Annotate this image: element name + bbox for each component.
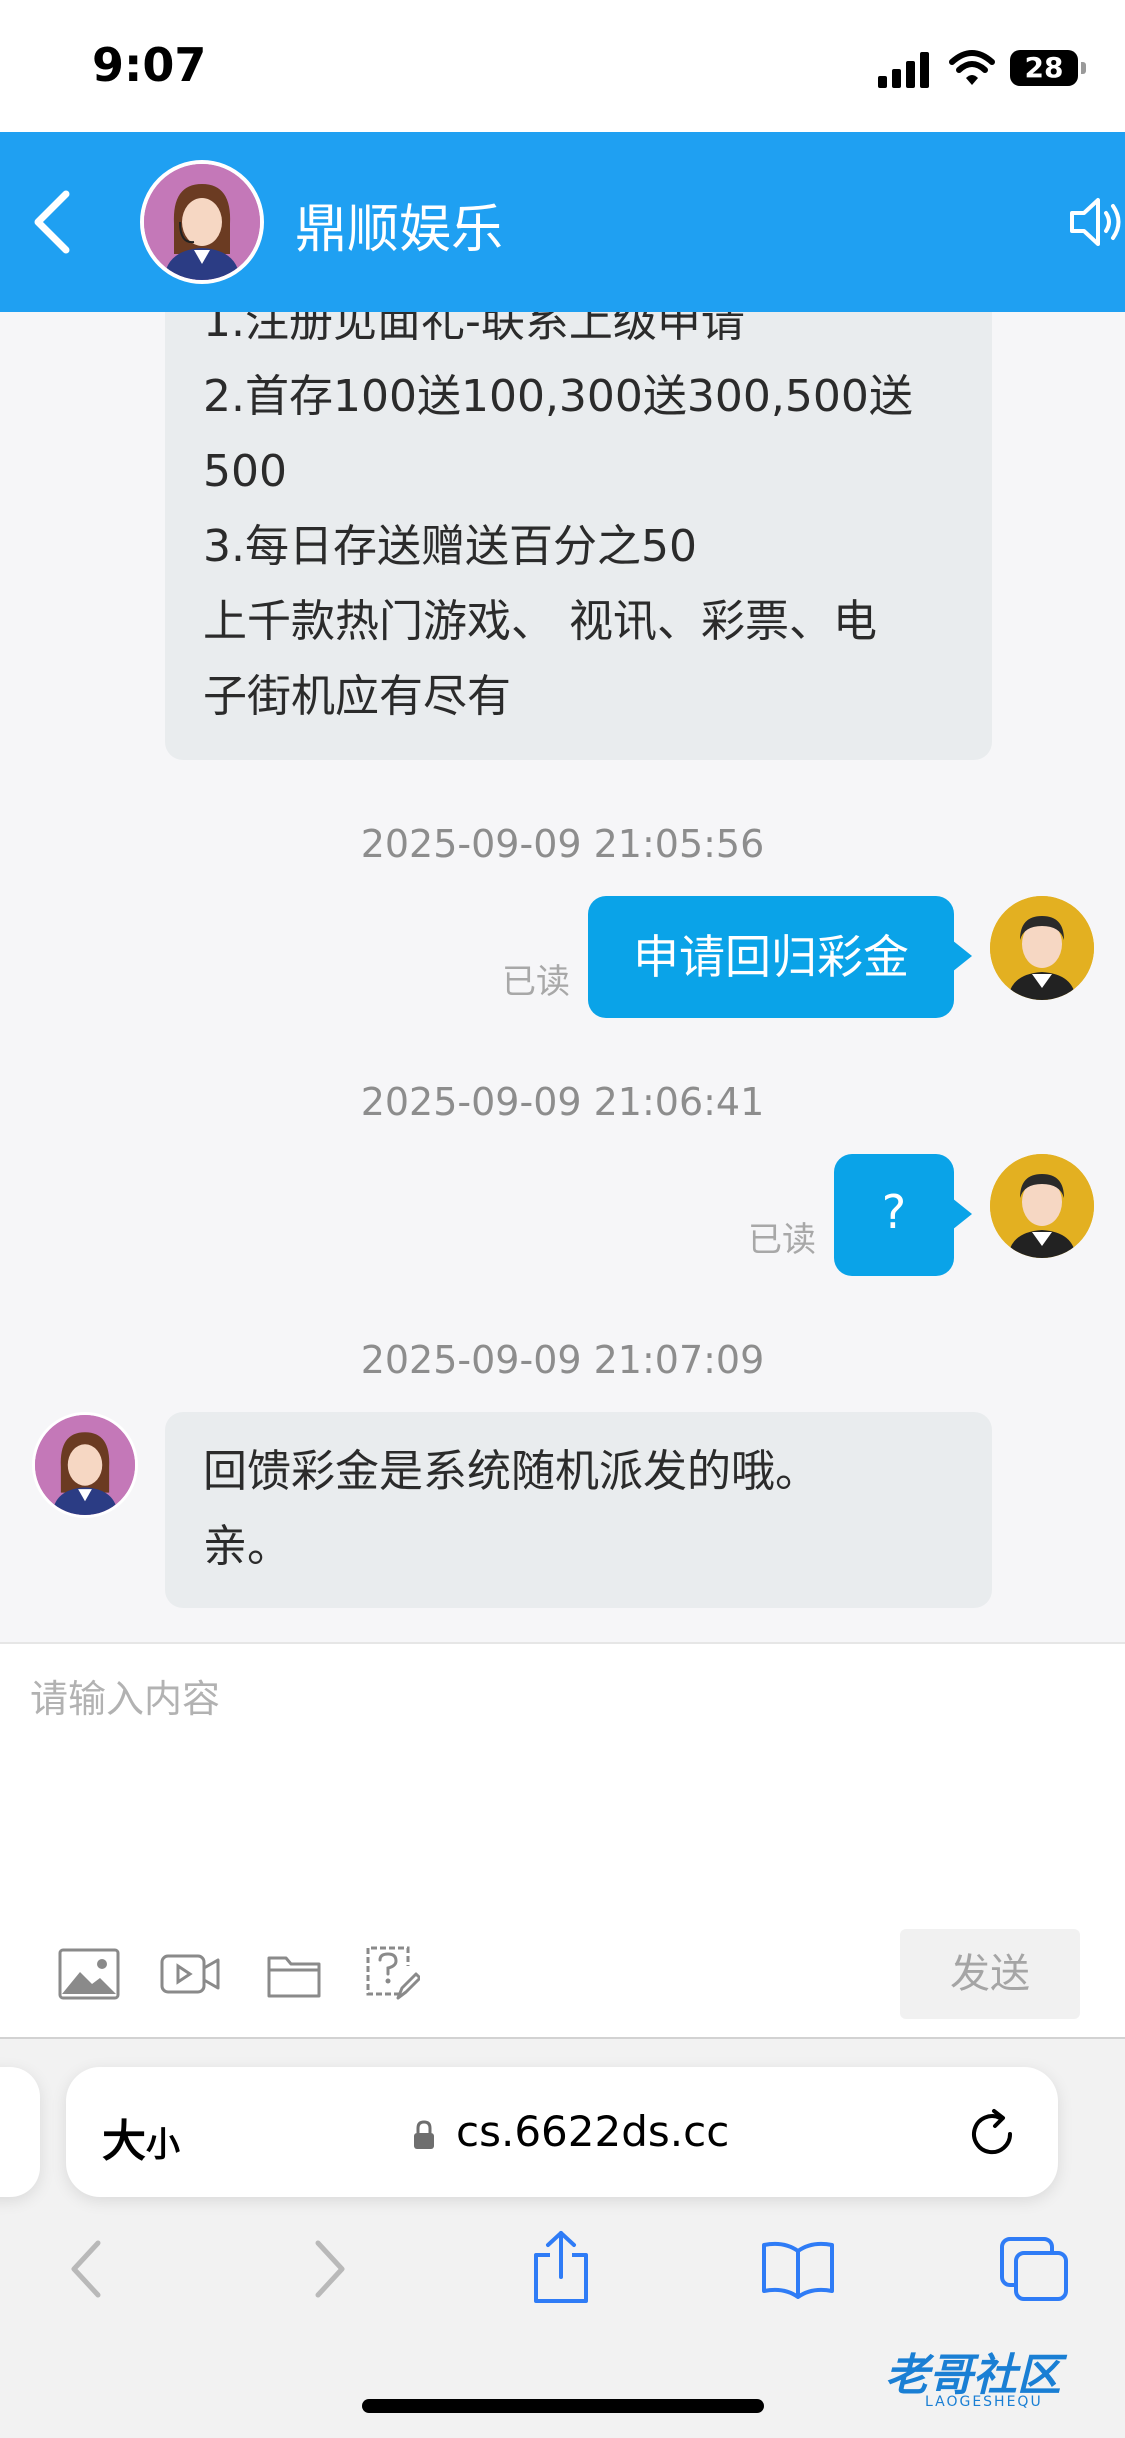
message-line: 1.注册见面礼-联系上级申请 xyxy=(203,312,745,347)
signal-icon xyxy=(878,52,929,88)
agent-message: 1.注册见面礼-联系上级申请 2.首存100送100,300送300,500送 … xyxy=(165,312,992,760)
user-avatar xyxy=(990,1154,1094,1258)
forward-icon[interactable] xyxy=(312,2239,348,2299)
user-message: ? xyxy=(834,1154,954,1276)
chat-title: 鼎顺娱乐 xyxy=(295,200,504,260)
battery-indicator: 28 xyxy=(1010,50,1086,86)
address-bar[interactable]: 大小 cs.6622ds.cc xyxy=(66,2067,1058,2197)
message-line: 亲。 xyxy=(203,1521,291,1572)
watermark-subtext: LAOGESHEQU xyxy=(925,2394,1043,2410)
user-message-text: 申请回归彩金 xyxy=(633,930,909,984)
chat-messages[interactable]: 1.注册见面礼-联系上级申请 2.首存100送100,300送300,500送 … xyxy=(0,312,1125,1642)
message-line: 子街机应有尽有 xyxy=(203,671,511,722)
home-indicator xyxy=(362,2399,764,2413)
message-input[interactable] xyxy=(28,1666,1092,1930)
user-message: 申请回归彩金 xyxy=(588,896,954,1018)
tabs-icon[interactable] xyxy=(998,2235,1070,2303)
faq-icon[interactable] xyxy=(364,1944,420,2002)
message-line: 上千款热门游戏、 视讯、彩票、电 xyxy=(203,596,877,647)
bubble-tail xyxy=(952,1198,972,1230)
browser-toolbar: 大小 cs.6622ds.cc 老哥社区 LAOGESHEQU xyxy=(0,2037,1125,2438)
agent-avatar xyxy=(32,1412,138,1518)
message-timestamp: 2025-09-09 21:07:09 xyxy=(360,1338,765,1382)
status-time: 9:07 xyxy=(92,38,207,92)
bubble-tail xyxy=(952,940,972,972)
video-icon[interactable] xyxy=(160,1948,222,2000)
aa-small: 小 xyxy=(146,2125,180,2165)
wifi-icon xyxy=(949,50,995,85)
folder-icon[interactable] xyxy=(266,1950,322,2000)
back-icon[interactable] xyxy=(68,2239,104,2299)
user-avatar-icon xyxy=(990,1154,1094,1258)
send-button[interactable]: 发送 xyxy=(900,1929,1080,2019)
message-line: 回馈彩金是系统随机派发的哦。 xyxy=(203,1446,819,1497)
read-receipt: 已读 xyxy=(748,1220,816,1260)
message-composer: 发送 xyxy=(0,1642,1125,2039)
agent-message: 回馈彩金是系统随机派发的哦。 亲。 xyxy=(165,1412,992,1608)
chat-header: 鼎顺娱乐 xyxy=(0,132,1125,312)
aa-large: 大 xyxy=(102,2116,146,2167)
page-settings-button[interactable]: 大小 xyxy=(102,2105,180,2169)
message-line: 3.每日存送赠送百分之50 xyxy=(203,521,697,572)
agent-avatar-icon xyxy=(144,164,260,280)
back-arrow-icon[interactable] xyxy=(30,190,74,254)
message-timestamp: 2025-09-09 21:06:41 xyxy=(360,1080,765,1124)
share-icon[interactable] xyxy=(530,2229,592,2305)
user-message-text: ? xyxy=(881,1185,907,1239)
user-avatar-icon xyxy=(990,896,1094,1000)
lock-icon xyxy=(414,2120,434,2149)
image-icon[interactable] xyxy=(58,1948,120,2000)
user-avatar xyxy=(990,896,1094,1000)
status-bar: 9:07 28 xyxy=(0,0,1125,132)
bookmarks-icon[interactable] xyxy=(760,2239,836,2299)
reload-icon[interactable] xyxy=(966,2107,1020,2161)
message-line: 2.首存100送100,300送300,500送 xyxy=(203,371,913,422)
agent-avatar xyxy=(140,160,264,284)
read-receipt: 已读 xyxy=(502,962,570,1002)
agent-avatar-icon xyxy=(35,1415,135,1515)
message-line: 500 xyxy=(203,446,287,497)
speaker-icon[interactable] xyxy=(1068,196,1125,248)
message-timestamp: 2025-09-09 21:05:56 xyxy=(360,822,765,866)
previous-tab-peek[interactable] xyxy=(0,2067,40,2197)
url-text: cs.6622ds.cc xyxy=(456,2107,730,2156)
